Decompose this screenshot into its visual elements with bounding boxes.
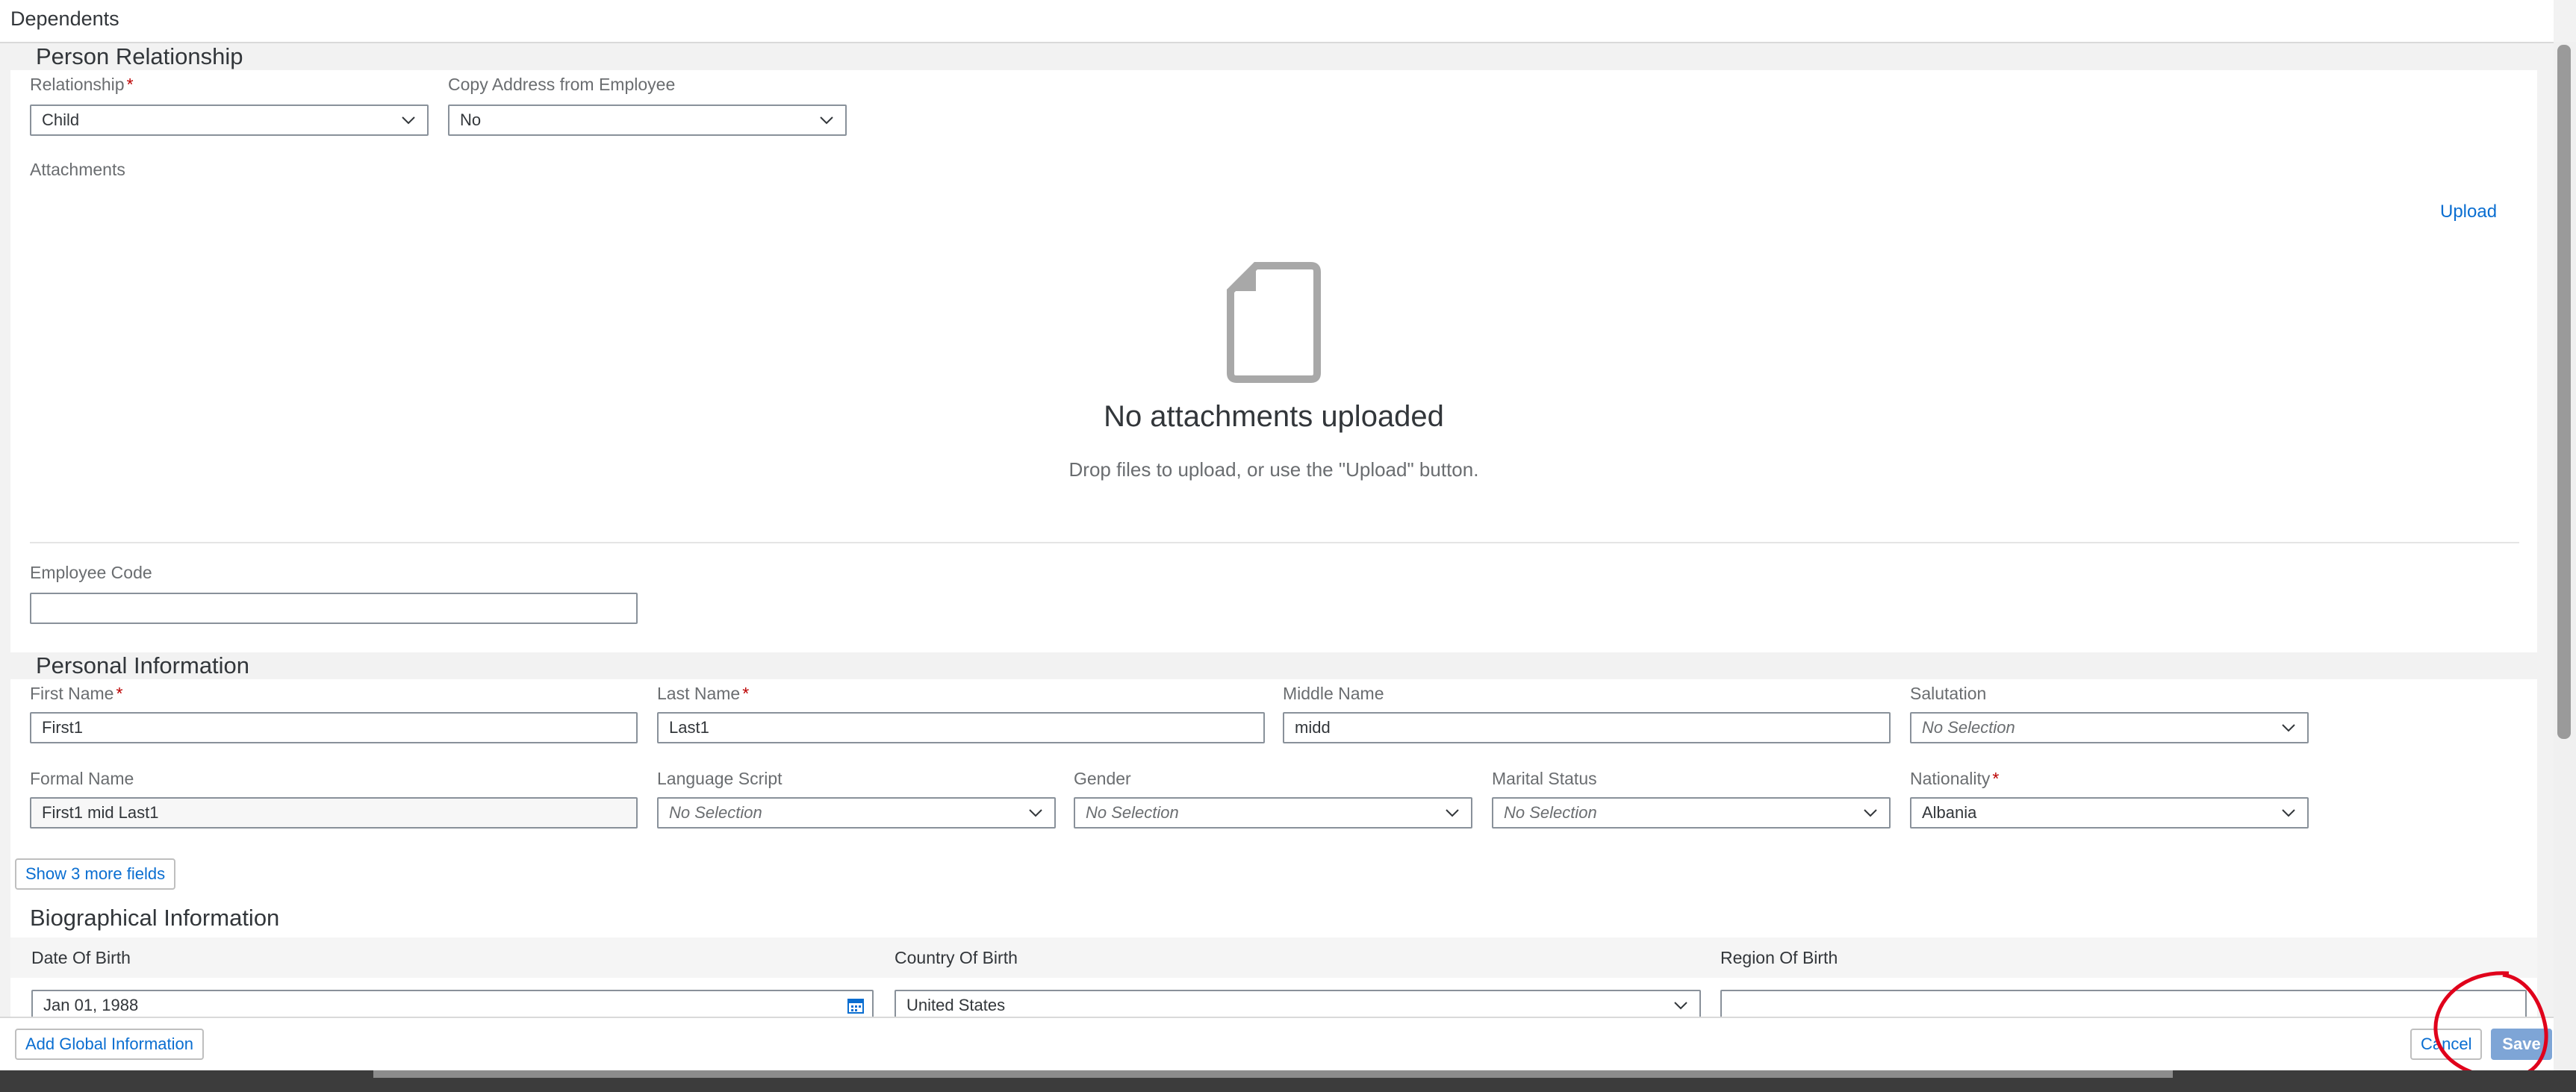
- personal-information-title: Personal Information: [36, 652, 250, 678]
- middle-name-label: Middle Name: [1283, 684, 1384, 703]
- chevron-down-icon: [1446, 809, 1459, 817]
- show-more-fields-button[interactable]: Show 3 more fields: [15, 858, 176, 890]
- gender-select[interactable]: No Selection: [1074, 797, 1472, 829]
- gender-label: Gender: [1074, 769, 1131, 788]
- relationship-label: Relationship *: [30, 75, 134, 94]
- language-script-label: Language Script: [657, 769, 783, 788]
- dialog-title: Dependents: [10, 7, 119, 30]
- section-divider: [30, 542, 2519, 543]
- no-attachments-title: No attachments uploaded: [1104, 400, 1444, 433]
- dialog-header: Dependents: [0, 0, 2554, 43]
- nationality-select[interactable]: Albania: [1910, 797, 2309, 829]
- scrollbar-thumb[interactable]: [2557, 45, 2571, 739]
- biographical-table-header: [10, 937, 2537, 978]
- first-name-label: First Name *: [30, 684, 123, 703]
- chevron-down-icon: [402, 116, 415, 125]
- chevron-down-icon: [1864, 809, 1877, 817]
- chevron-down-icon: [820, 116, 833, 125]
- upload-link[interactable]: Upload: [2440, 202, 2497, 222]
- dialog-footer: [0, 1017, 2554, 1072]
- marital-status-label: Marital Status: [1492, 769, 1597, 788]
- salutation-select[interactable]: No Selection: [1910, 712, 2309, 743]
- employee-code-label: Employee Code: [30, 563, 152, 582]
- relationship-select[interactable]: Child: [30, 104, 429, 136]
- language-script-select[interactable]: No Selection: [657, 797, 1056, 829]
- chevron-down-icon: [2282, 724, 2295, 732]
- attachments-label: Attachments: [30, 160, 125, 179]
- date-of-birth-column-header: Date Of Birth: [31, 948, 131, 967]
- calendar-icon[interactable]: [847, 996, 865, 1014]
- no-attachments-hint: Drop files to upload, or use the "Upload…: [1068, 458, 1479, 481]
- first-name-input[interactable]: First1: [30, 712, 638, 743]
- last-name-label: Last Name *: [657, 684, 750, 703]
- employee-code-input[interactable]: [30, 593, 638, 624]
- chevron-down-icon: [1029, 809, 1042, 817]
- last-name-input[interactable]: Last1: [657, 712, 1265, 743]
- salutation-label: Salutation: [1910, 684, 1987, 703]
- country-of-birth-column-header: Country Of Birth: [895, 948, 1018, 967]
- marital-status-select[interactable]: No Selection: [1492, 797, 1891, 829]
- document-icon: [1227, 262, 1321, 383]
- chevron-down-icon: [2282, 809, 2295, 817]
- formal-name-label: Formal Name: [30, 769, 134, 788]
- formal-name-field: First1 mid Last1: [30, 797, 638, 829]
- chevron-down-icon: [1674, 1002, 1687, 1010]
- add-global-information-button[interactable]: Add Global Information: [15, 1029, 205, 1060]
- region-of-birth-column-header: Region Of Birth: [1720, 948, 1838, 967]
- nationality-label: Nationality *: [1910, 769, 2000, 788]
- copy-address-select[interactable]: No: [448, 104, 847, 136]
- middle-name-input[interactable]: midd: [1283, 712, 1891, 743]
- biographical-information-title: Biographical Information: [30, 905, 280, 931]
- bottom-strip-highlight: [373, 1070, 2173, 1078]
- person-relationship-title: Person Relationship: [36, 43, 243, 69]
- copy-address-label: Copy Address from Employee: [448, 75, 676, 94]
